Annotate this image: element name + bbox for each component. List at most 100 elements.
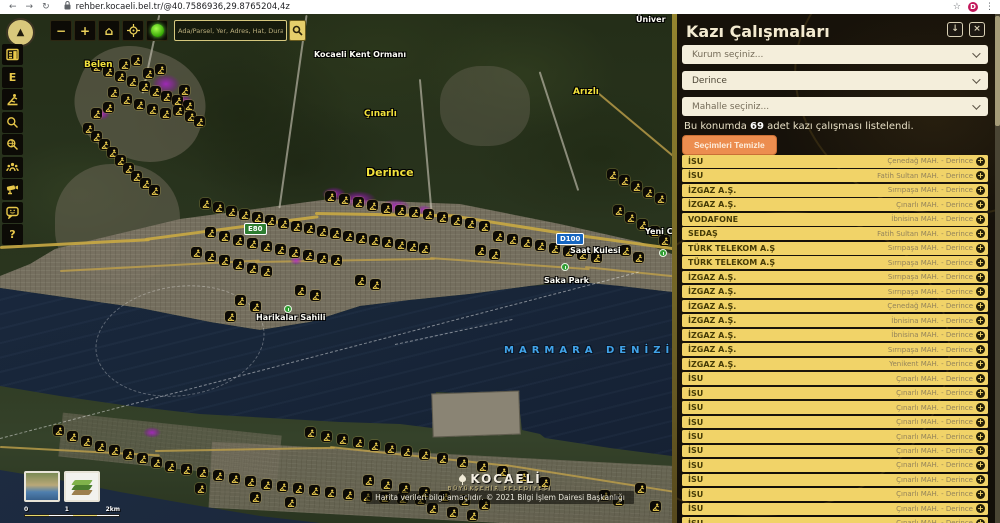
excavation-list-item[interactable]: İZGAZ A.Ş. Sırrıpaşa MAH. - Derince + [682,271,988,284]
browser-menu-icon[interactable]: ⋮ [985,2,994,12]
excavation-marker[interactable] [489,249,500,260]
excavation-marker[interactable] [239,209,250,220]
excavation-marker[interactable] [121,94,132,105]
excavation-marker[interactable] [233,235,244,246]
zoom-out-button[interactable]: − [50,20,72,41]
excavation-marker[interactable] [289,247,300,258]
excavation-marker[interactable] [607,169,618,180]
excavation-list-item[interactable]: İZGAZ A.Ş. Çenedağ MAH. - Derince + [682,300,988,313]
basemap-thumbnail[interactable] [24,471,60,502]
help-button[interactable]: ? [2,224,23,245]
excavation-list-item[interactable]: İSU Çınarlı MAH. - Derince + [682,445,988,458]
row-add-icon[interactable]: + [976,475,985,484]
excavation-marker[interactable] [467,510,478,521]
excavation-marker[interactable] [67,431,78,442]
excavation-list-item[interactable]: İSU Çınarlı MAH. - Derince + [682,372,988,385]
excavation-marker[interactable] [535,240,546,251]
excavation-marker[interactable] [317,226,328,237]
excavation-marker[interactable] [149,185,160,196]
excavation-marker[interactable] [493,231,504,242]
excavation-marker[interactable] [108,87,119,98]
excavation-marker[interactable] [409,207,420,218]
excavation-marker[interactable] [343,489,354,500]
excavation-marker[interactable] [194,116,205,127]
excavation-marker[interactable] [53,425,64,436]
excavation-list-item[interactable]: İZGAZ A.Ş. Yenikent MAH. - Derince + [682,358,988,371]
excavation-marker[interactable] [229,473,240,484]
row-add-icon[interactable]: + [976,171,985,180]
excavation-marker[interactable] [131,55,142,66]
excavation-marker[interactable] [293,483,304,494]
excavation-marker[interactable] [261,241,272,252]
toolbar-collapse-button[interactable]: ▲ [6,18,35,47]
excavation-list-item[interactable]: İSU Çınarlı MAH. - Derince + [682,387,988,400]
kurum-select[interactable]: Kurum seçiniz... [682,45,988,64]
locate-button[interactable] [122,20,144,41]
row-add-icon[interactable]: + [976,244,985,253]
excavation-marker[interactable] [252,212,263,223]
excavation-marker[interactable] [165,461,176,472]
excavation-marker[interactable] [247,238,258,249]
excavation-marker[interactable] [427,503,438,514]
excavation-marker[interactable] [395,239,406,250]
excavation-marker[interactable] [183,100,194,111]
excavation-marker[interactable] [103,102,114,113]
map[interactable]: BelenKocaeli Kent OrmanıÇınarlıArızlıDer… [0,14,672,523]
excavation-marker[interactable] [304,223,315,234]
excavation-marker[interactable] [321,431,332,442]
excavation-marker[interactable] [265,215,276,226]
excavation-marker[interactable] [631,181,642,192]
excavation-marker[interactable] [250,301,261,312]
ilce-select[interactable]: Derince [682,71,988,90]
excavation-marker[interactable] [517,471,528,482]
back-icon[interactable]: ← [9,0,17,14]
row-add-icon[interactable]: + [976,504,985,513]
map-search-input[interactable] [174,20,287,41]
excavation-marker[interactable] [213,470,224,481]
row-add-icon[interactable]: + [976,446,985,455]
row-add-icon[interactable]: + [976,273,985,282]
excavation-marker[interactable] [278,218,289,229]
excavation-marker[interactable] [277,481,288,492]
excavation-marker[interactable] [397,493,408,504]
mahalle-select[interactable]: Mahalle seçiniz... [682,97,988,116]
excavation-marker[interactable] [459,495,470,506]
e-devlet-button[interactable]: E [2,67,23,88]
excavation-marker[interactable] [369,440,380,451]
excavation-list-item[interactable]: İSU Çınarlı MAH. - Derince + [682,401,988,414]
excavation-marker[interactable] [625,212,636,223]
excavation-marker[interactable] [479,221,490,232]
excavation-marker[interactable] [330,228,341,239]
row-add-icon[interactable]: + [976,258,985,267]
excavation-marker[interactable] [355,275,366,286]
excavation-marker[interactable] [419,487,430,498]
row-add-icon[interactable]: + [976,432,985,441]
bookmark-star-icon[interactable]: ☆ [953,2,961,12]
excavation-works-button[interactable] [2,89,23,110]
row-add-icon[interactable]: + [976,157,985,166]
excavation-marker[interactable] [507,234,518,245]
forward-icon[interactable]: → [26,0,34,14]
excavation-marker[interactable] [123,449,134,460]
zoom-in-button[interactable]: + [74,20,96,41]
excavation-marker[interactable] [200,198,211,209]
excavation-list-item[interactable]: İZGAZ A.Ş. Sırrıpaşa MAH. - Derince + [682,285,988,298]
url-bar[interactable]: rehber.kocaeli.bel.tr/@40.7586936,29.876… [76,2,290,12]
excavation-marker[interactable] [382,237,393,248]
row-add-icon[interactable]: + [976,186,985,195]
excavation-list-item[interactable]: SEDAŞ Fatih Sultan MAH. - Derince + [682,227,988,240]
excavation-marker[interactable] [643,187,654,198]
excavation-marker[interactable] [91,108,102,119]
feedback-chat-button[interactable] [2,202,23,223]
excavation-marker[interactable] [195,483,206,494]
excavation-marker[interactable] [447,507,458,518]
row-add-icon[interactable]: + [976,519,985,523]
excavation-marker[interactable] [235,295,246,306]
excavation-marker[interactable] [179,85,190,96]
excavation-marker[interactable] [479,499,490,510]
excavation-marker[interactable] [395,205,406,216]
excavation-marker[interactable] [115,71,126,82]
excavation-marker[interactable] [226,206,237,217]
excavation-marker[interactable] [399,483,410,494]
excavation-list-item[interactable]: İSU Çınarlı MAH. - Derince + [682,430,988,443]
